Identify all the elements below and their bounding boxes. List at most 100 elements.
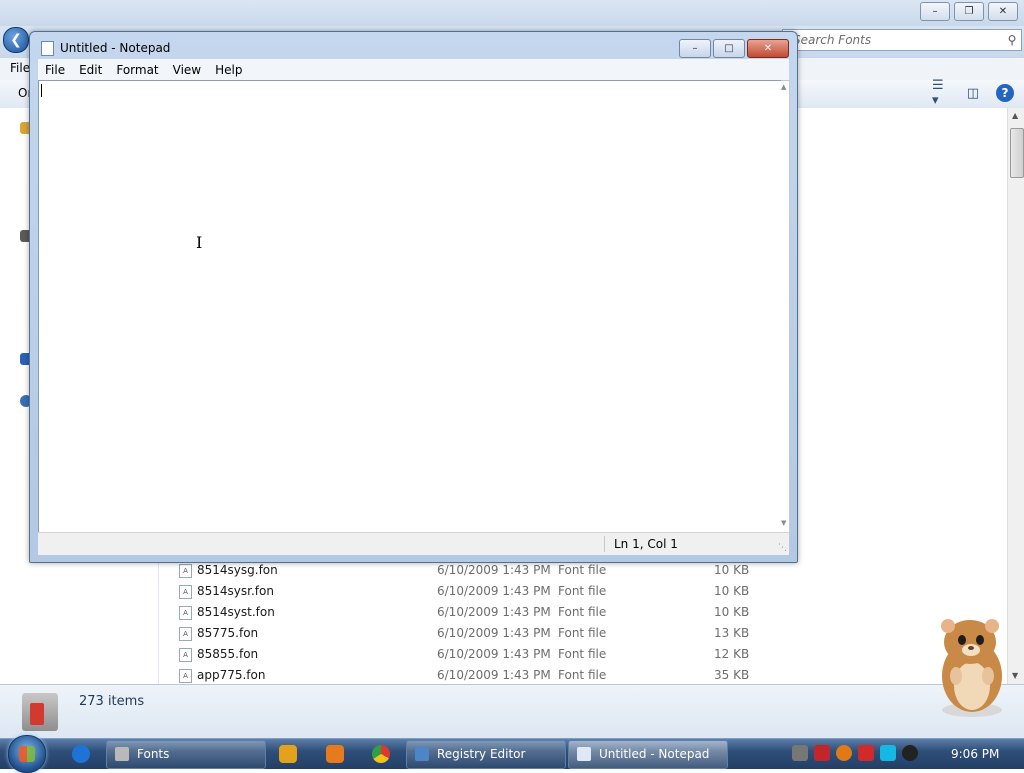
- file-type: Font file: [558, 563, 607, 577]
- menu-format[interactable]: Format: [109, 63, 165, 77]
- task-notepad[interactable]: Untitled - Notepad: [568, 740, 728, 769]
- file-row[interactable]: A 8514syst.fon 6/10/2009 1:43 PM Font fi…: [177, 602, 997, 623]
- fonts-folder-icon: [22, 693, 58, 731]
- font-file-icon: A: [179, 648, 192, 662]
- task-fonts[interactable]: Fonts: [106, 740, 266, 769]
- search-input[interactable]: Search Fonts: [783, 33, 1003, 47]
- font-file-icon: A: [179, 585, 192, 599]
- explorer-toolbar-right: ☰ ▾ ◫ ?: [932, 78, 1014, 108]
- search-tool-icon[interactable]: [836, 745, 852, 761]
- task-label: Untitled - Notepad: [599, 747, 710, 761]
- file-date: 6/10/2009 1:43 PM: [437, 584, 551, 598]
- back-arrow-icon[interactable]: ❮: [3, 27, 29, 53]
- notepad-window: Untitled - Notepad – □ ✕ File Edit Forma…: [29, 31, 798, 563]
- ibeam-cursor-icon: I: [196, 233, 203, 252]
- internet-explorer-icon[interactable]: [72, 745, 90, 763]
- scroll-up-arrow-icon[interactable]: ▲: [781, 83, 786, 91]
- close-button[interactable]: ✕: [747, 39, 789, 58]
- scrollbar-thumb[interactable]: [1010, 128, 1024, 178]
- file-size: 13 KB: [714, 626, 750, 640]
- file-size: 12 KB: [714, 647, 750, 661]
- preview-pane-icon[interactable]: ◫: [964, 84, 982, 102]
- file-size: 35 KB: [714, 668, 750, 682]
- file-type: Font file: [558, 626, 607, 640]
- file-type: Font file: [558, 605, 607, 619]
- file-row[interactable]: A 8514sysr.fon 6/10/2009 1:43 PM Font fi…: [177, 581, 997, 602]
- item-count: 273 items: [79, 694, 145, 709]
- registry-editor-icon: [415, 747, 429, 761]
- search-box[interactable]: Search Fonts ⚲: [782, 29, 1022, 51]
- notepad-icon: [41, 41, 54, 56]
- media-player-icon[interactable]: [279, 745, 297, 763]
- notepad-icon: [577, 747, 591, 761]
- cursor-position: Ln 1, Col 1: [614, 537, 678, 551]
- system-tray: [792, 745, 918, 761]
- clock[interactable]: 9:06 PM: [951, 747, 999, 761]
- file-name: 8514sysr.fon: [197, 584, 274, 598]
- explorer-restore-button[interactable]: ❐: [954, 2, 984, 21]
- tray-app-icon[interactable]: [792, 745, 808, 761]
- file-row[interactable]: A 8514sysg.fon 6/10/2009 1:43 PM Font fi…: [177, 560, 997, 581]
- explorer-scrollbar[interactable]: ▲ ▼: [1007, 108, 1024, 684]
- help-icon[interactable]: ?: [996, 84, 1014, 102]
- chrome-icon[interactable]: [372, 745, 390, 763]
- statusbar-divider: [604, 536, 605, 552]
- file-type: Font file: [558, 668, 607, 682]
- file-size: 10 KB: [714, 563, 750, 577]
- notepad-menubar: File Edit Format View Help: [38, 59, 789, 80]
- paint-icon[interactable]: [326, 745, 344, 763]
- file-row[interactable]: A app775.fon 6/10/2009 1:43 PM Font file…: [177, 665, 997, 686]
- menu-file[interactable]: File: [38, 63, 72, 77]
- minimize-button[interactable]: –: [679, 39, 711, 58]
- file-date: 6/10/2009 1:43 PM: [437, 647, 551, 661]
- vlc-v-icon[interactable]: [814, 745, 830, 761]
- start-orb-icon[interactable]: [8, 735, 46, 773]
- view-options-icon[interactable]: ☰ ▾: [932, 78, 950, 108]
- file-date: 6/10/2009 1:43 PM: [437, 563, 551, 577]
- file-type: Font file: [558, 647, 607, 661]
- explorer-titlebar: – ❐ ✕: [0, 0, 1024, 26]
- maximize-button[interactable]: □: [713, 39, 745, 58]
- file-name: 8514sysg.fon: [197, 563, 278, 577]
- window-title: Untitled - Notepad: [60, 41, 171, 55]
- explorer-menu-file[interactable]: File: [10, 61, 30, 75]
- file-name: app775.fon: [197, 668, 266, 682]
- text-editor-area[interactable]: I: [38, 80, 783, 533]
- scroll-down-arrow-icon[interactable]: ▼: [781, 519, 786, 527]
- display-icon[interactable]: [880, 745, 896, 761]
- scroll-down-arrow-icon[interactable]: ▼: [1012, 671, 1018, 680]
- search-icon[interactable]: ⚲: [1003, 33, 1021, 47]
- menu-view[interactable]: View: [166, 63, 208, 77]
- file-date: 6/10/2009 1:43 PM: [437, 668, 551, 682]
- file-type: Font file: [558, 584, 607, 598]
- flag-icon[interactable]: [858, 745, 874, 761]
- explorer-minimize-button[interactable]: –: [920, 2, 950, 21]
- notepad-window-controls: – □ ✕: [679, 39, 789, 58]
- file-name: 85855.fon: [197, 647, 259, 661]
- hamster-mascot-image: [941, 619, 1002, 717]
- file-size: 10 KB: [714, 605, 750, 619]
- font-file-icon: A: [179, 606, 192, 620]
- font-file-icon: A: [179, 669, 192, 683]
- notepad-scrollbar[interactable]: ▲ ▼: [781, 80, 790, 533]
- task-label: Registry Editor: [437, 747, 526, 761]
- explorer-close-button[interactable]: ✕: [988, 2, 1018, 21]
- explorer-details-pane: 273 items: [0, 684, 1024, 739]
- file-row[interactable]: A 85855.fon 6/10/2009 1:43 PM Font file …: [177, 644, 997, 665]
- text-caret: [41, 84, 42, 97]
- file-name: 8514syst.fon: [197, 605, 275, 619]
- file-size: 10 KB: [714, 584, 750, 598]
- menu-edit[interactable]: Edit: [72, 63, 109, 77]
- font-file-icon: A: [179, 564, 192, 578]
- file-row[interactable]: A 85775.fon 6/10/2009 1:43 PM Font file …: [177, 623, 997, 644]
- menu-help[interactable]: Help: [208, 63, 249, 77]
- volume-icon[interactable]: [902, 745, 918, 761]
- scroll-up-arrow-icon[interactable]: ▲: [1012, 111, 1018, 120]
- resize-grip-icon[interactable]: ⋱: [778, 543, 787, 553]
- font-file-icon: A: [179, 627, 192, 641]
- explorer-window-controls: – ❐ ✕: [920, 2, 1018, 21]
- task-registry-editor[interactable]: Registry Editor: [406, 740, 566, 769]
- taskbar: Fonts Registry Editor Untitled - Notepad…: [0, 735, 1024, 773]
- file-date: 6/10/2009 1:43 PM: [437, 605, 551, 619]
- file-date: 6/10/2009 1:43 PM: [437, 626, 551, 640]
